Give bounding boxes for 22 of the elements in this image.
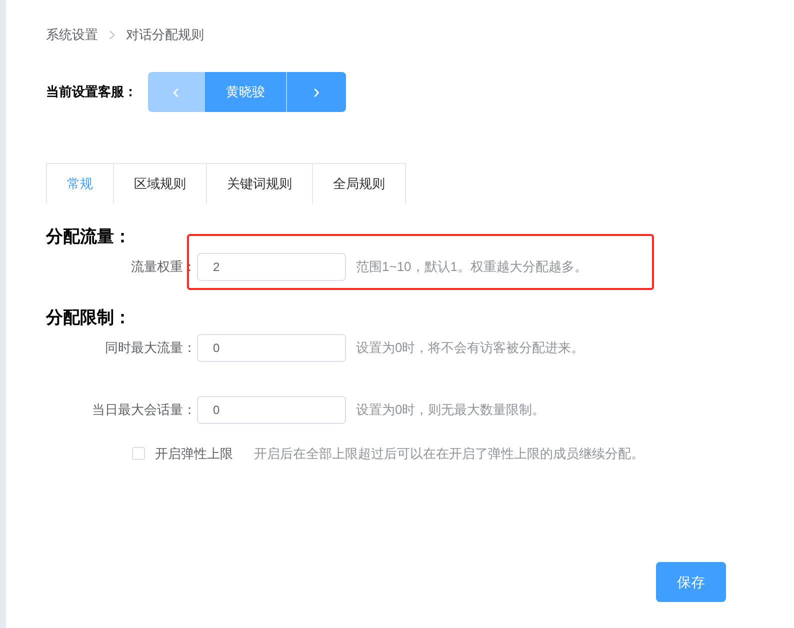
field-label: 同时最大流量： xyxy=(104,339,196,358)
breadcrumb-item: 对话分配规则 xyxy=(126,26,204,44)
field-label: 当日最大会话量： xyxy=(91,401,196,420)
hint-text: 设置为0时，将不会有访客被分配进来。 xyxy=(356,339,584,358)
input-field[interactable]: 0 xyxy=(197,334,346,362)
input-field[interactable]: 2 xyxy=(197,253,346,281)
tab[interactable]: 全局规则 xyxy=(313,163,406,204)
tab[interactable]: 区域规则 xyxy=(114,163,207,204)
section-title: 分配流量： xyxy=(46,226,132,248)
hint-text: 范围1~10，默认1。权重越大分配越多。 xyxy=(356,258,588,276)
chevron-right-icon xyxy=(109,30,115,40)
breadcrumb-item[interactable]: 系统设置 xyxy=(46,25,98,45)
agent-name: 黄晓骏 xyxy=(204,72,286,112)
tab[interactable]: 关键词规则 xyxy=(207,163,313,204)
checkbox[interactable] xyxy=(132,447,145,460)
hint-text: 设置为0时，则无最大数量限制。 xyxy=(356,401,546,420)
section-title: 分配限制： xyxy=(46,307,132,329)
agent-label: 当前设置客服： xyxy=(46,83,138,102)
field-label: 流量权重： xyxy=(130,258,196,276)
checkbox-label[interactable]: 开启弹性上限 xyxy=(155,444,233,464)
input-field[interactable]: 0 xyxy=(197,396,346,424)
hint-text: 开启后在全部上限超过后可以在在开启了弹性上限的成员继续分配。 xyxy=(254,445,644,463)
